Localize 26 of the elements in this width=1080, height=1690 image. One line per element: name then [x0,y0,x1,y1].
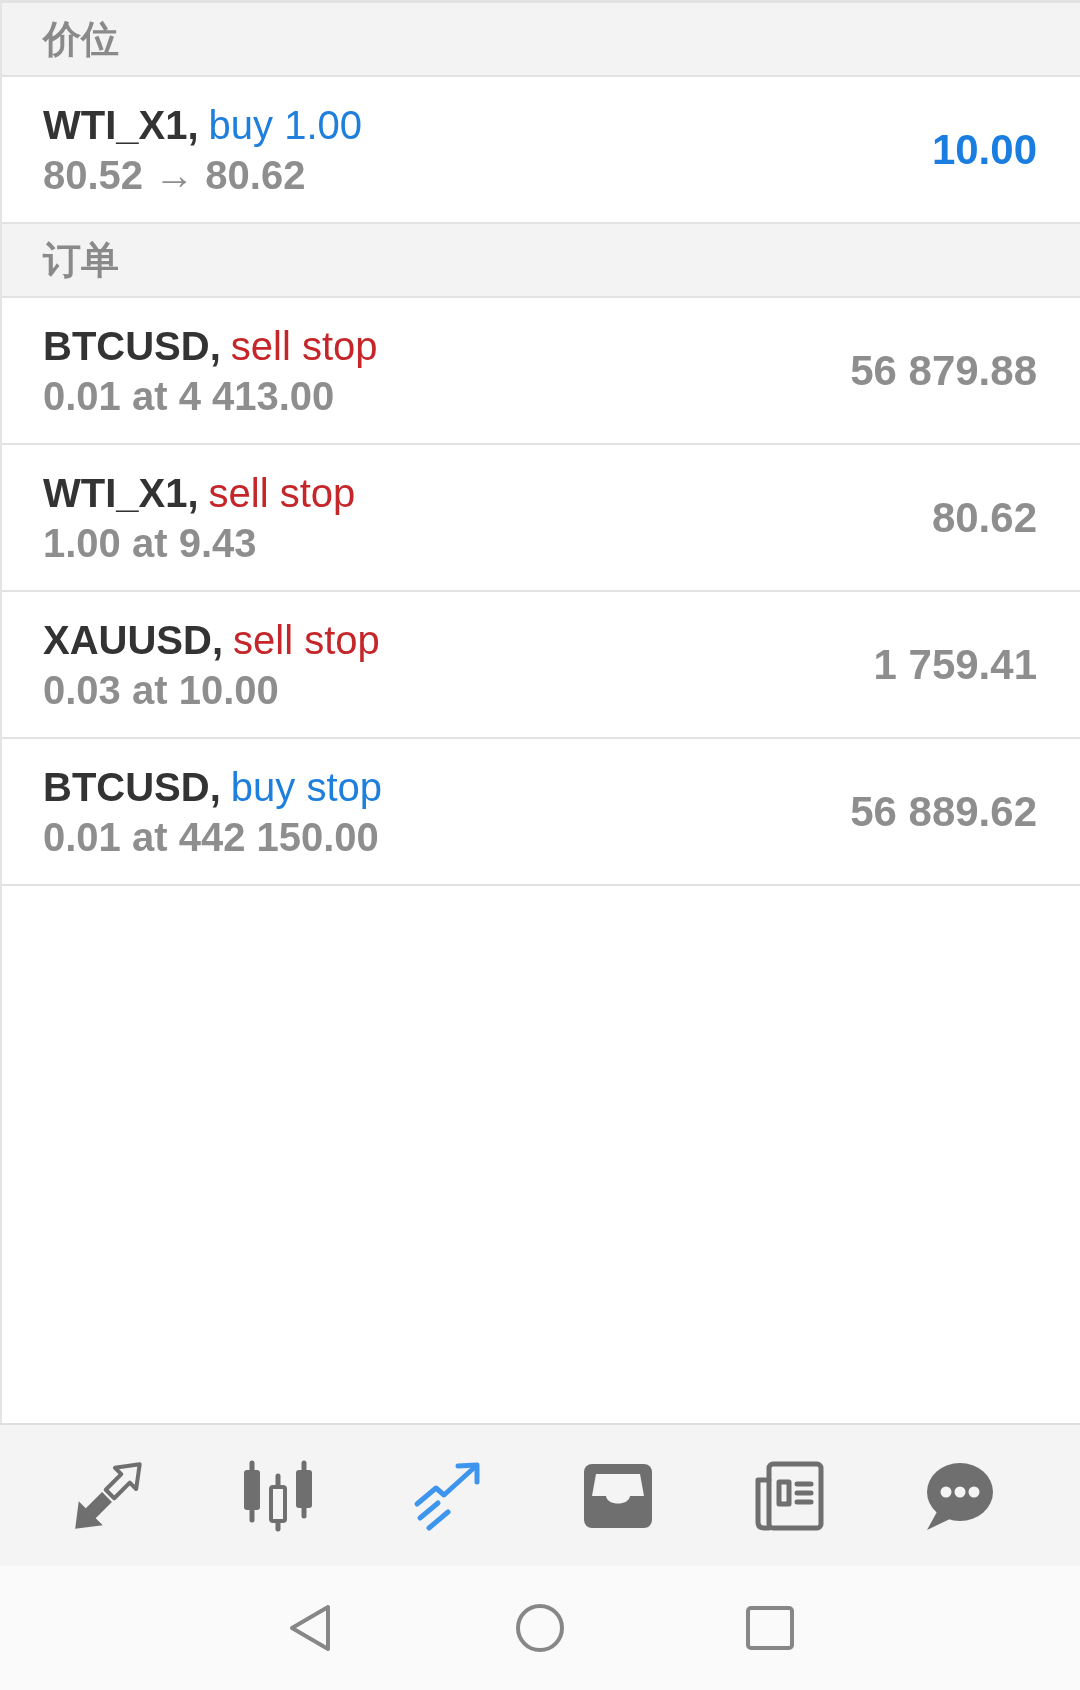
price-value: 56 889.62 [850,787,1037,836]
price-value: 80.62 [931,493,1037,542]
price-value: 10.00 [931,125,1037,174]
back-icon [287,1603,333,1653]
price-value: 56 879.88 [850,346,1037,395]
symbol-label: BTCUSD, [43,322,221,370]
order-type-label: buy 1.00 [208,101,363,149]
order-detail-label: 80.52 → 80.62 [43,151,307,199]
order-type-label: sell stop [230,322,378,370]
home-icon [515,1603,565,1653]
price-value: 1 759.41 [873,640,1037,689]
symbol-label: XAUUSD, [43,616,224,664]
symbol-label: WTI_X1, [43,101,199,149]
recents-icon [746,1606,794,1650]
order-detail-label: 1.00 at 9.43 [43,519,258,567]
candlestick-icon [241,1459,315,1532]
order-type-label: sell stop [233,616,380,664]
order-detail-label: 0.01 at 4 413.00 [43,372,336,420]
order-detail-label: 0.03 at 10.00 [43,666,280,714]
symbol-label: BTCUSD, [43,763,221,811]
order-detail-label: 0.01 at 442 150.00 [43,813,380,861]
section-header: 订单 [2,224,1080,298]
section-header: 价位 [2,3,1080,77]
symbol-label: WTI_X1, [43,469,199,517]
order-type-label: buy stop [230,763,382,811]
order-type-label: sell stop [208,469,356,517]
